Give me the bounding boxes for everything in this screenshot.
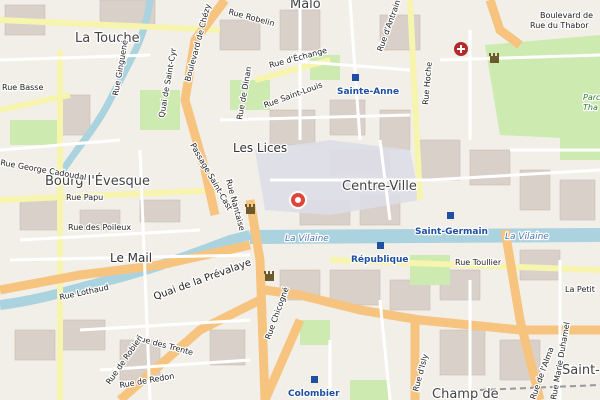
- monument-icon[interactable]: [489, 53, 499, 63]
- metro-label: Saint-Germain: [415, 227, 488, 237]
- metro-icon: [352, 74, 359, 81]
- metro-icon: [311, 376, 318, 383]
- district-label: Malo: [290, 0, 321, 12]
- district-label: La Touche: [75, 31, 140, 46]
- street-label: Rue du Thabor: [530, 21, 589, 30]
- monument-icon[interactable]: [264, 271, 274, 281]
- street-label: La Petit: [565, 285, 595, 294]
- district-label: Saint-: [562, 363, 600, 378]
- district-label: Champ de: [432, 387, 499, 400]
- park-label: Parc: [583, 93, 600, 102]
- street-label: Rue Basse: [2, 83, 43, 92]
- metro-icon: [447, 212, 454, 219]
- metro-label: République: [351, 254, 408, 265]
- location-pin-marker[interactable]: [289, 191, 307, 209]
- district-label: Les Lices: [233, 141, 287, 155]
- river-label: La Vilaine: [505, 232, 549, 242]
- street-label: Boulevard de: [540, 11, 593, 20]
- district-label: Centre-Ville: [342, 179, 417, 194]
- metro-label: Colombier: [288, 389, 340, 399]
- metro-label: Sainte-Anne: [337, 87, 399, 97]
- district-label: Le Mail: [110, 251, 152, 265]
- street-label: Rue des Poileux: [68, 223, 131, 232]
- park-label: Tha: [583, 103, 598, 112]
- metro-icon: [377, 242, 384, 249]
- map-canvas[interactable]: Malo La Touche Les Lices Bourg l'Évesque…: [0, 0, 600, 400]
- monument-icon[interactable]: [245, 204, 255, 214]
- hospital-icon[interactable]: [454, 42, 468, 56]
- parking-icon: [453, 212, 460, 219]
- map-svg: Malo La Touche Les Lices Bourg l'Évesque…: [0, 0, 600, 400]
- river-label: La Vilaine: [285, 234, 329, 244]
- street-label: Rue Toullier: [455, 258, 502, 267]
- street-label: Rue Papu: [66, 193, 103, 202]
